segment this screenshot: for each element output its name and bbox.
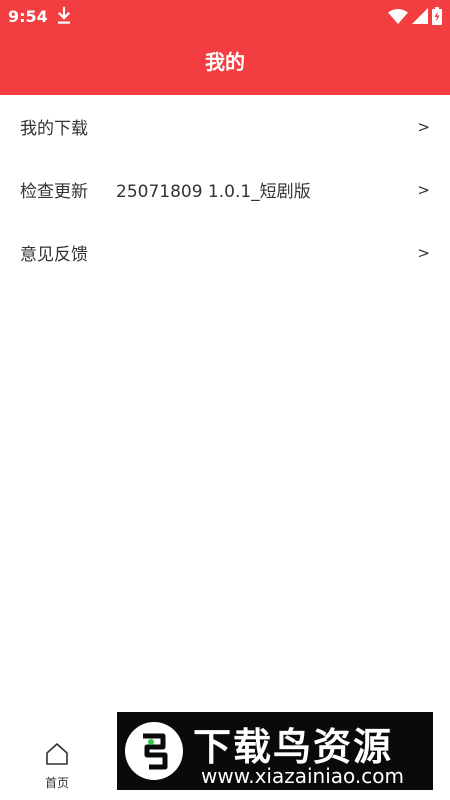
wifi-icon (388, 9, 408, 24)
menu-item-label: 检查更新 (20, 182, 88, 202)
tab-home[interactable]: 首页 (30, 742, 84, 800)
watermark-banner: 下载鸟资源 www.xiazainiao.com (117, 712, 433, 790)
battery-charging-icon (432, 7, 442, 25)
home-icon (46, 743, 68, 765)
settings-menu: 我的下载 > 检查更新 25071809 1.0.1_短剧版 > 意见反馈 > (0, 95, 450, 284)
menu-item-feedback[interactable]: 意见反馈 > (0, 221, 450, 284)
cellular-signal-icon (412, 8, 428, 24)
chevron-right-icon: > (417, 117, 430, 136)
page-title: 我的 (205, 50, 245, 74)
bird-logo-icon (125, 722, 183, 780)
menu-item-my-downloads[interactable]: 我的下载 > (0, 95, 450, 158)
status-time: 9:54 (8, 7, 48, 26)
header-bar: 9:54 我的 (0, 0, 450, 95)
status-bar: 9:54 (0, 0, 450, 32)
download-icon (57, 6, 71, 24)
chevron-right-icon: > (417, 180, 430, 199)
watermark-brand: 下载鸟资源 (193, 725, 394, 769)
menu-item-label: 我的下载 (20, 119, 88, 139)
menu-item-check-update[interactable]: 检查更新 25071809 1.0.1_短剧版 > (0, 158, 450, 221)
status-icons (388, 6, 442, 26)
version-text: 25071809 1.0.1_短剧版 (116, 182, 311, 202)
tab-home-label: 首页 (44, 776, 69, 790)
watermark-url: www.xiazainiao.com (201, 764, 404, 788)
chevron-right-icon: > (417, 243, 430, 262)
menu-item-label: 意见反馈 (20, 245, 88, 265)
